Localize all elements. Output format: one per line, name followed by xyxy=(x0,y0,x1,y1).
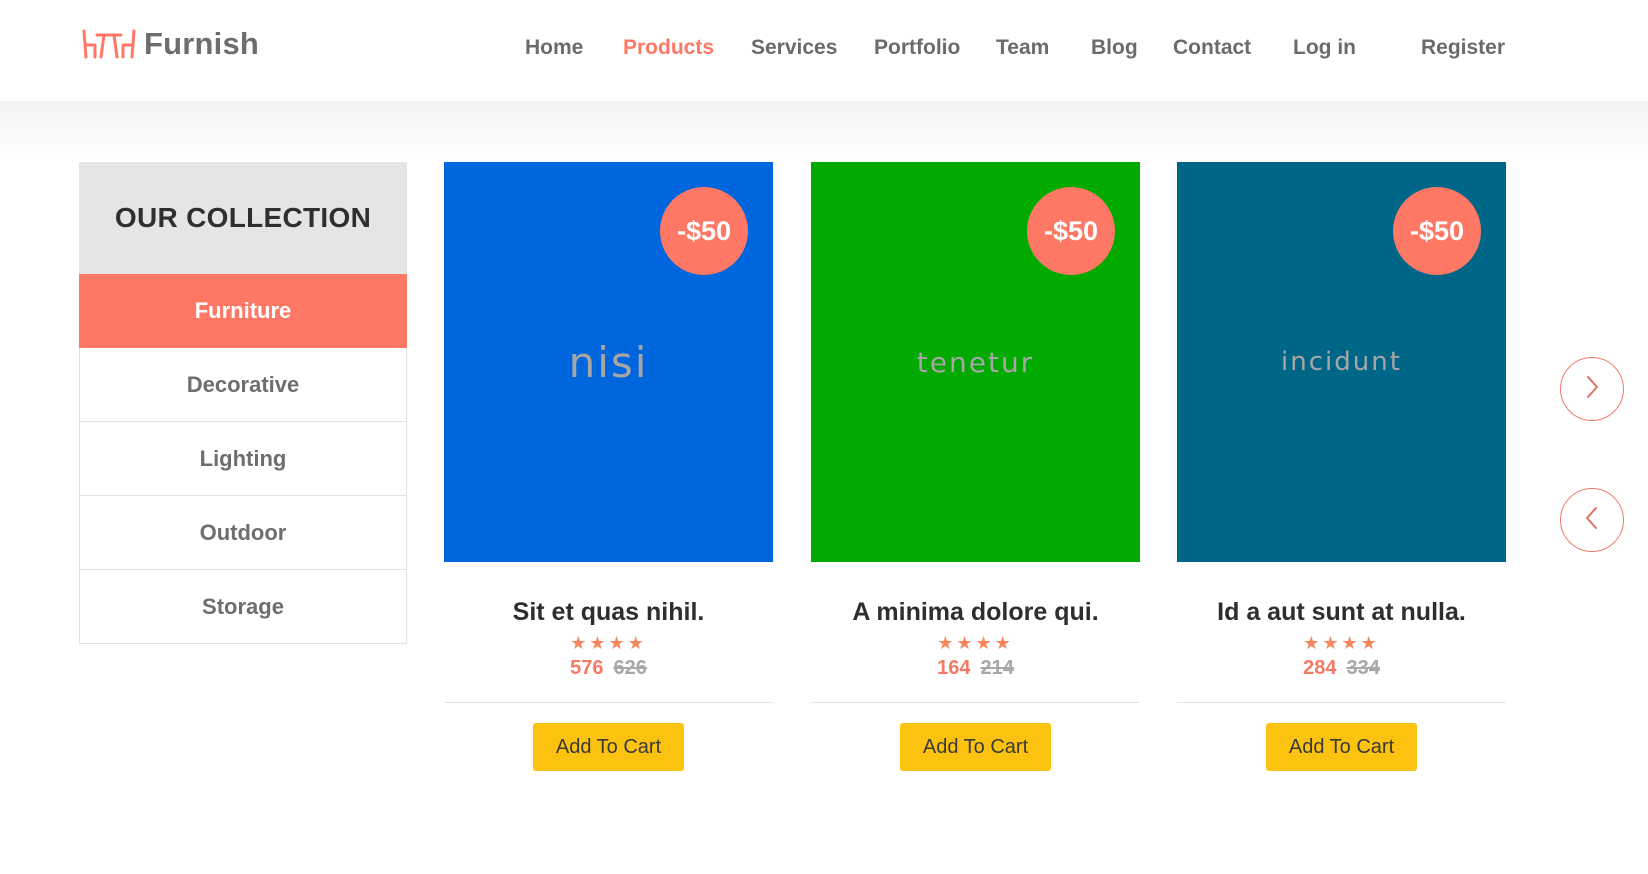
divider xyxy=(811,702,1140,703)
nav-login[interactable]: Log in xyxy=(1293,36,1356,60)
nav-blog[interactable]: Blog xyxy=(1091,36,1138,60)
nav-register[interactable]: Register xyxy=(1421,36,1505,60)
product-image-text: incidunt xyxy=(1281,347,1402,377)
prev-button[interactable] xyxy=(1560,488,1624,552)
product-old-price: 334 xyxy=(1346,657,1380,679)
discount-badge: -$50 xyxy=(660,187,748,275)
main-nav: Home Products Services Portfolio Team Bl… xyxy=(0,36,1648,66)
chevron-left-icon xyxy=(1582,505,1602,536)
add-to-cart-button[interactable]: Add To Cart xyxy=(1266,723,1417,771)
nav-services[interactable]: Services xyxy=(751,36,837,60)
product-price: 284 xyxy=(1303,657,1337,679)
product-card: incidunt -$50 Id a aut sunt at nulla. ★★… xyxy=(1177,162,1506,771)
nav-team[interactable]: Team xyxy=(996,36,1049,60)
product-image[interactable]: nisi -$50 xyxy=(444,162,773,562)
rating-stars: ★★★★ xyxy=(1303,633,1380,653)
product-prices: 576 626 xyxy=(444,657,773,680)
add-to-cart-button[interactable]: Add To Cart xyxy=(900,723,1051,771)
nav-products[interactable]: Products xyxy=(623,36,714,60)
add-to-cart-button[interactable]: Add To Cart xyxy=(533,723,684,771)
category-outdoor[interactable]: Outdoor xyxy=(79,496,407,570)
product-image[interactable]: tenetur -$50 xyxy=(811,162,1140,562)
rating-stars: ★★★★ xyxy=(937,633,1014,653)
product-card: nisi -$50 Sit et quas nihil. ★★★★ 576 626… xyxy=(444,162,773,771)
chevron-right-icon xyxy=(1582,374,1602,405)
site-header: Furnish Home Products Services Portfolio… xyxy=(0,0,1648,101)
discount-badge: -$50 xyxy=(1027,187,1115,275)
product-prices: 284 334 xyxy=(1177,657,1506,680)
product-price: 576 xyxy=(570,657,604,679)
category-decorative[interactable]: Decorative xyxy=(79,348,407,422)
product-image[interactable]: incidunt -$50 xyxy=(1177,162,1506,562)
nav-contact[interactable]: Contact xyxy=(1173,36,1251,60)
nav-home[interactable]: Home xyxy=(525,36,583,60)
category-storage[interactable]: Storage xyxy=(79,570,407,644)
product-title[interactable]: A minima dolore qui. xyxy=(811,598,1140,627)
collection-title: OUR COLLECTION xyxy=(79,162,407,274)
product-prices: 164 214 xyxy=(811,657,1140,680)
product-image-text: tenetur xyxy=(916,345,1035,379)
product-title[interactable]: Sit et quas nihil. xyxy=(444,598,773,627)
divider xyxy=(1177,702,1506,703)
product-card: tenetur -$50 A minima dolore qui. ★★★★ 1… xyxy=(811,162,1140,771)
header-shadow xyxy=(0,101,1648,161)
product-image-text: nisi xyxy=(568,337,649,387)
divider xyxy=(444,702,773,703)
discount-badge: -$50 xyxy=(1393,187,1481,275)
category-lighting[interactable]: Lighting xyxy=(79,422,407,496)
product-title[interactable]: Id a aut sunt at nulla. xyxy=(1177,598,1506,627)
product-price: 164 xyxy=(937,657,971,679)
product-old-price: 626 xyxy=(613,657,647,679)
rating-stars: ★★★★ xyxy=(570,633,647,653)
next-button[interactable] xyxy=(1560,357,1624,421)
product-old-price: 214 xyxy=(980,657,1014,679)
category-furniture[interactable]: Furniture xyxy=(79,274,407,348)
collection-sidebar: OUR COLLECTION Furniture Decorative Ligh… xyxy=(79,162,407,644)
nav-portfolio[interactable]: Portfolio xyxy=(874,36,960,60)
